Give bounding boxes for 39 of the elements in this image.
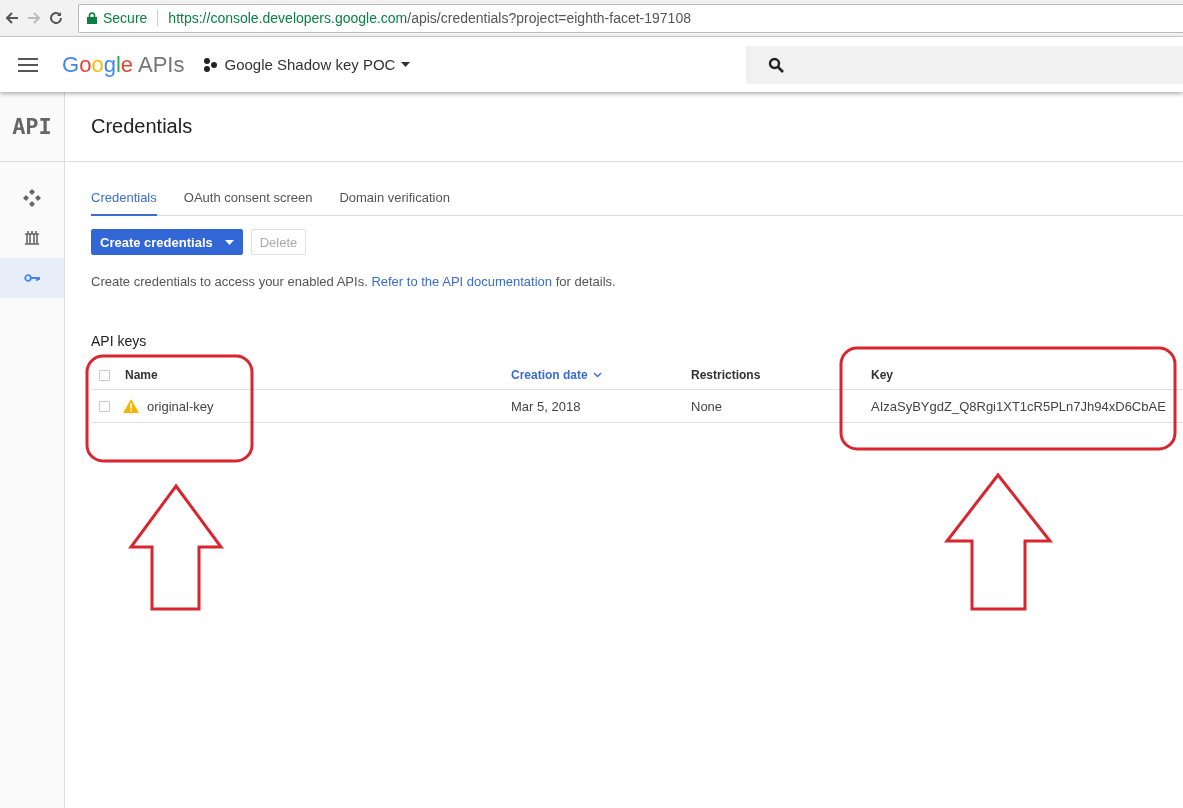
api-logo: API (0, 92, 64, 162)
dashboard-icon (23, 189, 41, 207)
intro-text: Create credentials to access your enabled APIs. Refer to the API documentation for details. (91, 274, 617, 289)
project-selector[interactable]: Google Shadow key POC (202, 56, 411, 73)
column-header: Restrictions (691, 368, 762, 382)
search-field[interactable] (746, 45, 1183, 84)
search-icon (768, 56, 784, 73)
column-header: Key (871, 368, 894, 382)
creation-date: Mar 5, 2018 (511, 398, 582, 414)
google-logo: Google (62, 51, 133, 78)
tab[interactable]: Domain verification (339, 186, 450, 216)
secure-label: Secure (103, 10, 148, 26)
tab[interactable]: Credentials (91, 186, 157, 216)
project-dots-icon (202, 56, 219, 73)
menu-icon[interactable] (18, 57, 38, 72)
address-bar[interactable]: Secure https://console.developers.google.com/apis/credentials?project=eighth-facet-197108 (78, 3, 1183, 33)
url-text: https://console.developers.google.com/apis/credentials?project=eighth-facet-197108 (168, 10, 691, 26)
api-key-value: AIzaSyBYgdZ_Q8Rgi1XT1cR5PLn7Jh94xD6CbAE (871, 398, 1167, 414)
documentation-link[interactable]: Refer to the API documentation (371, 274, 553, 289)
caret-icon (224, 239, 234, 245)
section-title: API keys (91, 333, 148, 349)
create-credentials-button[interactable]: Create credentials (91, 229, 243, 255)
column-header: Name (125, 368, 159, 382)
page-title: Credentials (91, 115, 193, 138)
forward-icon[interactable] (26, 10, 42, 26)
apis-label: APIs (138, 51, 185, 78)
checkbox[interactable] (99, 400, 110, 412)
library-icon (25, 230, 39, 246)
sidebar-item[interactable] (0, 258, 64, 298)
reload-icon[interactable] (48, 10, 64, 26)
restrictions: None (691, 398, 724, 414)
back-icon[interactable] (4, 10, 20, 26)
key-icon (24, 274, 40, 282)
tab[interactable]: OAuth consent screen (183, 186, 313, 216)
key-name[interactable]: original-key (147, 398, 214, 414)
column-header[interactable]: Creation date (511, 368, 691, 382)
checkbox[interactable] (99, 369, 110, 381)
lock-icon (87, 12, 97, 24)
caret-icon (401, 62, 411, 67)
